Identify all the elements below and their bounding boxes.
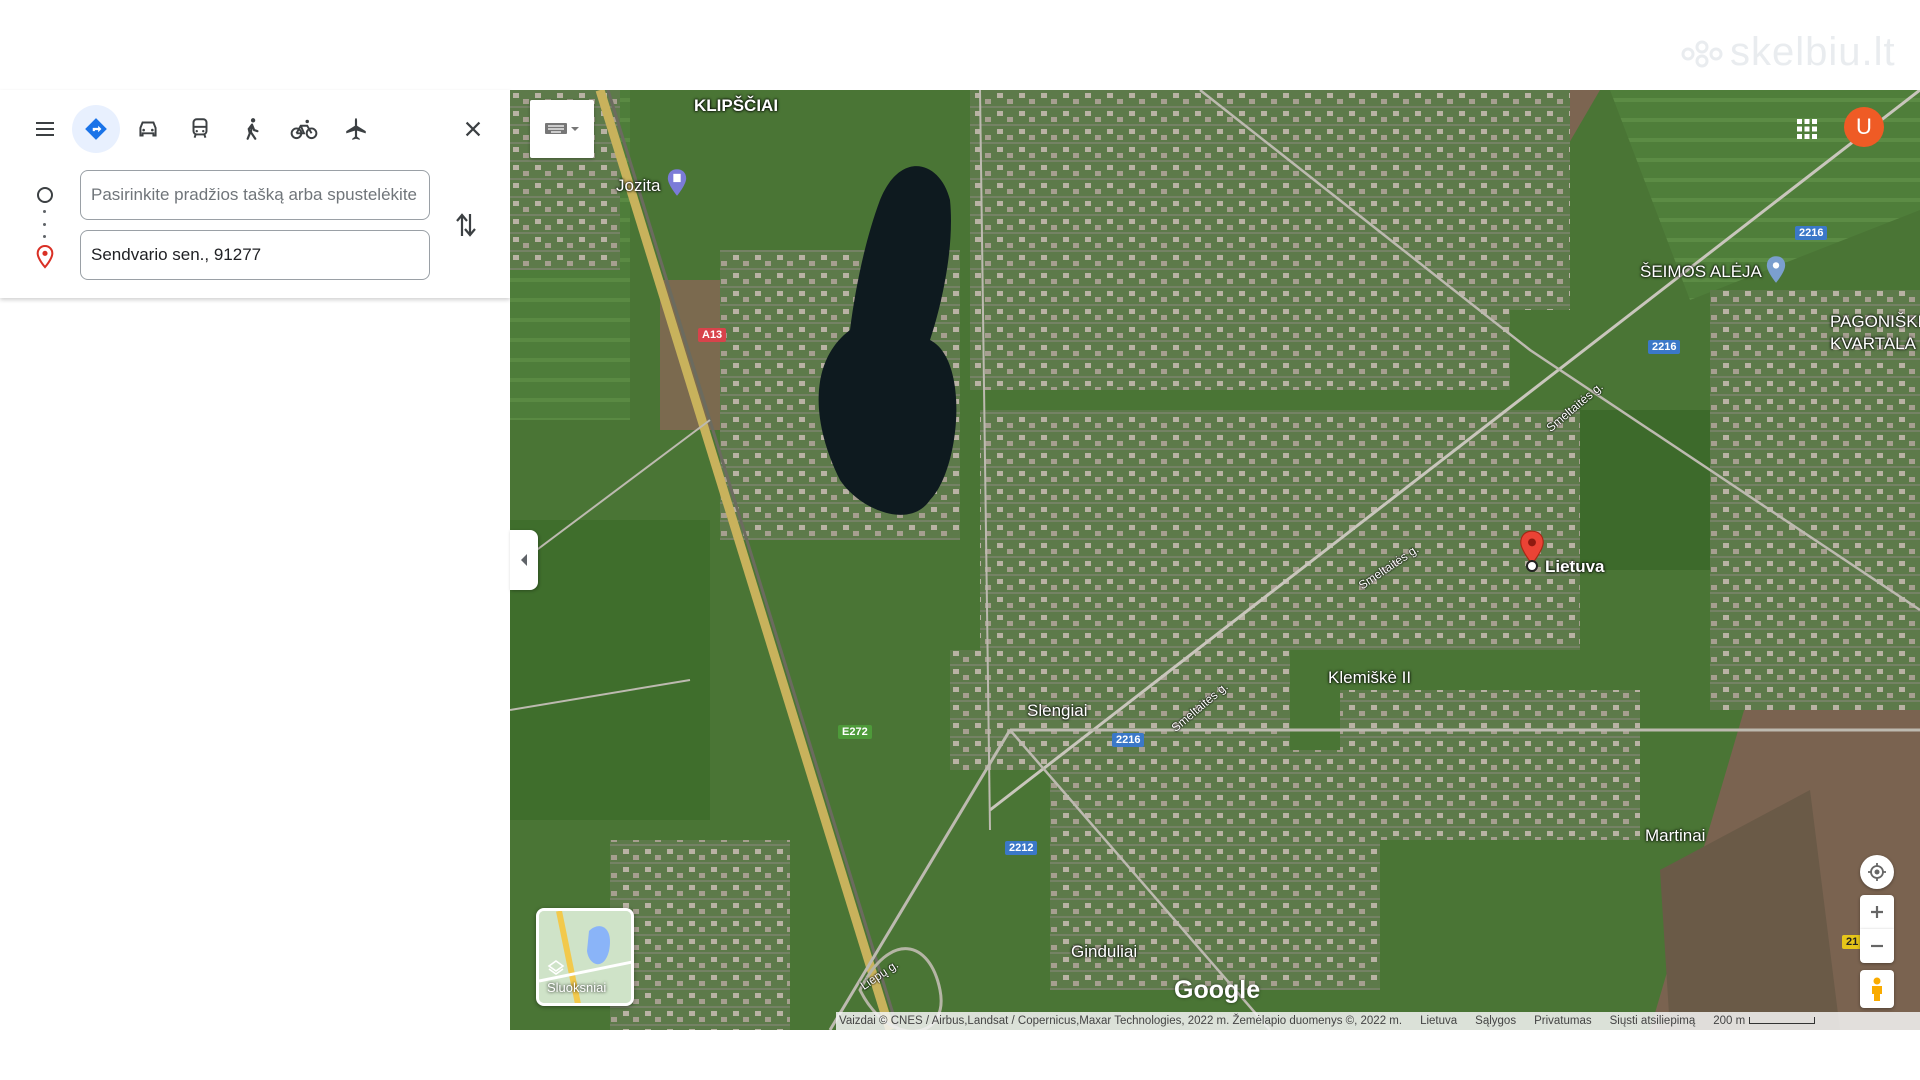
chevron-left-icon [521,554,527,566]
attribution-bar: Vaizdai © CNES / Airbus,Landsat / Copern… [836,1012,1920,1030]
driving-mode-button[interactable] [122,105,174,153]
label-pagoniskiu-1: PAGONIŠKI [1830,312,1920,331]
directions-mode-button[interactable] [70,105,122,153]
destination-input[interactable] [81,231,429,279]
feedback-link[interactable]: Siųsti atsiliepimą [1610,1015,1696,1027]
cycling-mode-button[interactable] [278,105,330,153]
watermark-dots-icon [1681,40,1723,68]
transit-icon [192,118,208,138]
walk-icon [246,118,259,140]
lietuva-dot-icon [1526,560,1538,572]
label-pagoniskiu-2: KVARTALA [1830,334,1916,353]
travel-mode-bar [20,104,382,154]
swap-icon [456,213,476,237]
imagery-credit: Vaizdai © CNES / Airbus,Landsat / Copern… [839,1015,1403,1027]
origin-field[interactable] [80,170,430,220]
label-jozita: Jozita [616,176,661,195]
road-shield-2216-b: 2216 [1648,340,1681,354]
terms-link[interactable]: Sąlygos [1475,1015,1516,1027]
menu-icon [36,122,54,136]
label-klipsciai: KLIPŠČIAI [694,96,779,115]
route-dots-icon [43,210,47,238]
directions-icon [85,118,107,140]
directions-panel [0,90,510,298]
road-shield-e272: E272 [838,725,872,739]
menu-button[interactable] [20,105,70,153]
label-slengiai: Slengiai [1027,701,1088,720]
keyboard-icon [545,123,567,134]
flight-icon [346,118,366,140]
apps-grid-icon [1797,119,1817,139]
layers-icon [547,960,565,975]
my-location-button[interactable] [1860,855,1894,889]
walking-mode-button[interactable] [226,105,278,153]
gas-station-pin-icon[interactable] [666,168,688,198]
layers-button[interactable]: Sluoksniai [536,908,634,1006]
account-avatar[interactable]: U [1844,107,1884,147]
layers-label: Sluoksniai [547,980,607,995]
scale-text: 200 m [1713,1015,1746,1027]
street-view-pegman-button[interactable] [1860,970,1894,1008]
collapse-panel-button[interactable] [510,530,538,590]
place-pin-icon[interactable] [1765,255,1787,285]
label-seimos-aleja: ŠEIMOS ALĖJA [1640,262,1762,281]
road-shield-2212: 2212 [1005,841,1038,855]
google-logo: Google [1174,976,1261,1004]
chevron-down-icon [571,127,579,131]
road-shield-a13: A13 [698,328,727,342]
watermark-text: skelbiu.lt [1730,30,1896,74]
car-icon [139,121,157,137]
scale-indicator[interactable]: 200 m [1713,1015,1816,1027]
zoom-in-button[interactable] [1860,895,1894,929]
pegman-icon [1872,977,1882,1001]
origin-marker-icon [37,187,53,203]
close-directions-button[interactable] [448,104,498,154]
close-icon [465,121,481,137]
zoom-out-button[interactable] [1860,929,1894,963]
swap-locations-button[interactable] [448,205,484,245]
bike-icon [290,119,318,140]
google-apps-button[interactable] [1790,112,1824,146]
transit-mode-button[interactable] [174,105,226,153]
country-link[interactable]: Lietuva [1420,1015,1457,1027]
scale-bar [1749,1017,1816,1025]
label-martinai: Martinai [1645,826,1706,845]
road-shield-2216-a: 2216 [1795,226,1828,240]
privacy-link[interactable]: Privatumas [1534,1015,1592,1027]
input-tools-button[interactable] [530,100,594,158]
my-location-icon [1868,863,1886,881]
minus-icon [1871,944,1883,948]
label-ginduliai: Ginduliai [1071,942,1138,961]
maps-page: skelbiu.lt Pasirinkite pradžios tašką ar… [0,0,1920,1080]
label-lietuva: Lietuva [1545,557,1605,576]
destination-field[interactable] [80,230,430,280]
destination-pin-icon [36,244,54,269]
road-shield-2216-c: 2216 [1112,733,1145,747]
skelbiu-watermark: skelbiu.lt [1680,30,1896,75]
map-canvas[interactable] [510,90,1920,1030]
plus-icon [1871,906,1883,918]
label-klemiske: Klemiškė II [1328,668,1412,687]
origin-input[interactable] [81,171,429,219]
flight-mode-button[interactable] [330,105,382,153]
satellite-imagery [510,90,1920,1030]
